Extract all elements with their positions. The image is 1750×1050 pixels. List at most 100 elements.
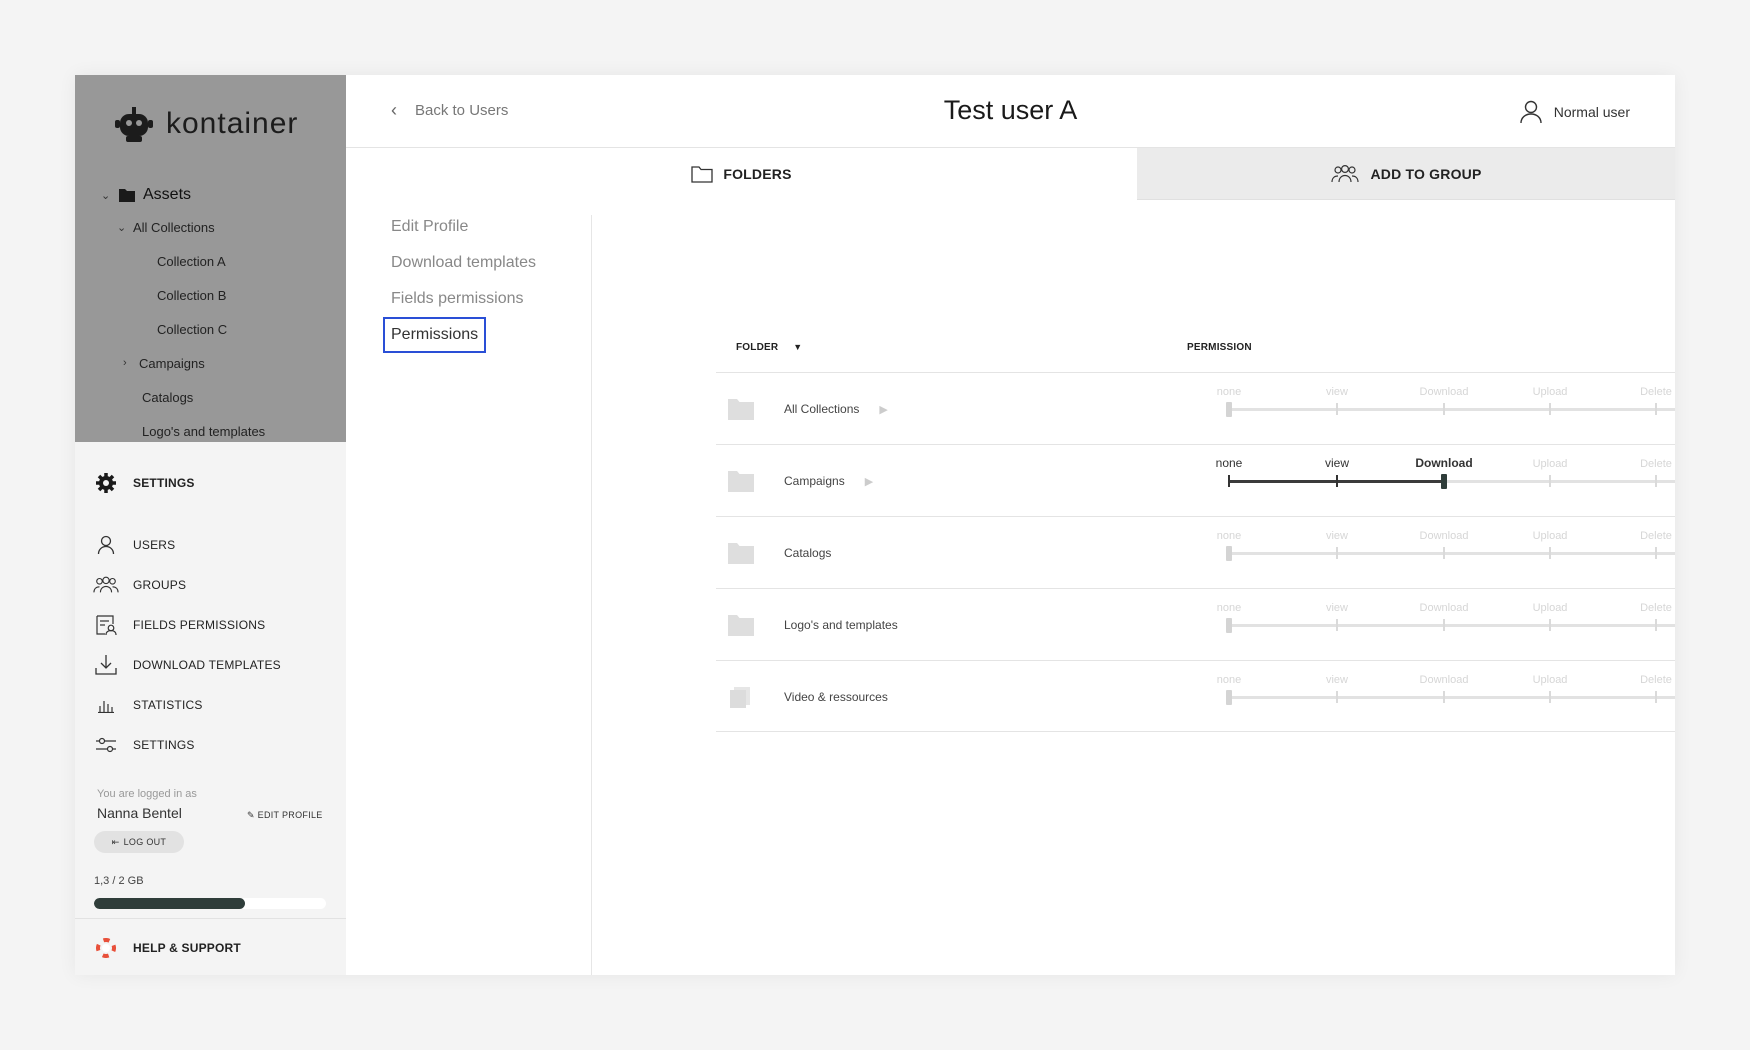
- permission-level-none[interactable]: none: [1217, 674, 1241, 686]
- folder-column-header[interactable]: FOLDER ▼: [736, 342, 802, 353]
- sidebar-divider: [75, 918, 346, 919]
- permission-slider[interactable]: none view Download Upload Delete: [1190, 661, 1675, 733]
- nav-fields-permissions[interactable]: FIELDS PERMISSIONS: [93, 614, 265, 636]
- statistics-icon: [93, 694, 119, 716]
- permission-level-download[interactable]: Download: [1415, 456, 1472, 470]
- sidebar: kontainer ⌄ Assets ⌄ All Collections Col…: [75, 75, 346, 975]
- tree-item-collection-a[interactable]: Collection A: [157, 251, 226, 271]
- nav-groups[interactable]: GROUPS: [93, 574, 186, 596]
- permission-level-upload[interactable]: Upload: [1533, 386, 1568, 398]
- folder-name-label: Campaigns: [784, 474, 845, 488]
- permission-level-delete[interactable]: Delete: [1640, 386, 1672, 398]
- slider-track[interactable]: [1229, 552, 1675, 555]
- edit-profile-link[interactable]: ✎ EDIT PROFILE: [247, 810, 323, 821]
- logout-button[interactable]: ⇤ LOG OUT: [94, 831, 184, 853]
- permission-level-none[interactable]: none: [1217, 602, 1241, 614]
- permission-level-upload[interactable]: Upload: [1533, 602, 1568, 614]
- brand-name: kontainer: [166, 107, 299, 140]
- help-support-link[interactable]: HELP & SUPPORT: [93, 937, 241, 959]
- expand-arrow-icon[interactable]: ▶: [865, 476, 873, 488]
- permission-slider[interactable]: none view Download Upload Delete: [1190, 517, 1675, 589]
- folder-name[interactable]: Campaigns ▶: [784, 474, 873, 488]
- permission-level-delete[interactable]: Delete: [1640, 674, 1672, 686]
- permission-slider[interactable]: none view Download Upload Delete: [1190, 373, 1675, 445]
- settings-section-header[interactable]: SETTINGS: [93, 472, 195, 494]
- permission-level-view[interactable]: view: [1326, 530, 1348, 542]
- folder-icon: [728, 615, 754, 636]
- user-icon: [93, 534, 119, 556]
- subnav-fields-permissions[interactable]: Fields permissions: [391, 290, 523, 308]
- tree-item-campaigns[interactable]: › Campaigns: [123, 353, 205, 373]
- folder-icon: [728, 399, 754, 420]
- tree-item-collection-c[interactable]: Collection C: [157, 319, 227, 339]
- folder-name[interactable]: All Collections ▶: [784, 402, 888, 416]
- storage-progress-bar: [94, 898, 326, 909]
- permission-level-download[interactable]: Download: [1420, 530, 1469, 542]
- folder-name-label: All Collections: [784, 402, 860, 416]
- user-type-label: Normal user: [1553, 104, 1630, 120]
- permission-level-none[interactable]: none: [1217, 530, 1241, 542]
- permission-level-upload[interactable]: Upload: [1533, 674, 1568, 686]
- slider-handle[interactable]: [1226, 546, 1232, 561]
- permission-slider[interactable]: none view Download Upload Delete: [1190, 589, 1675, 661]
- group-icon: [1331, 164, 1360, 182]
- permission-level-delete[interactable]: Delete: [1640, 530, 1672, 542]
- permission-level-view[interactable]: view: [1326, 386, 1348, 398]
- permission-level-download[interactable]: Download: [1420, 602, 1469, 614]
- permission-level-upload[interactable]: Upload: [1533, 458, 1568, 470]
- slider-track[interactable]: [1229, 480, 1675, 483]
- slider-track[interactable]: [1229, 624, 1675, 627]
- folder-name[interactable]: Logo's and templates: [784, 618, 898, 632]
- permission-level-view[interactable]: view: [1325, 456, 1349, 470]
- tree-item-all-collections[interactable]: ⌄ All Collections: [117, 217, 215, 237]
- slider-tick: [1443, 619, 1445, 631]
- slider-tick: [1443, 403, 1445, 415]
- tab-folders[interactable]: FOLDERS: [346, 148, 1137, 200]
- folder-name[interactable]: Video & ressources: [784, 690, 888, 704]
- stacked-pages-icon: [730, 687, 750, 708]
- nav-label: STATISTICS: [133, 698, 203, 712]
- permission-level-none[interactable]: none: [1216, 456, 1243, 470]
- table-row: Campaigns ▶ none view Download Upload Delete: [716, 444, 1675, 516]
- slider-tick: [1336, 619, 1338, 631]
- permission-level-view[interactable]: view: [1326, 674, 1348, 686]
- lifebuoy-icon: [93, 937, 119, 959]
- back-to-users-link[interactable]: ‹ Back to Users: [391, 100, 508, 121]
- nav-download-templates[interactable]: DOWNLOAD TEMPLATES: [93, 654, 281, 676]
- tree-item-collection-b[interactable]: Collection B: [157, 285, 226, 305]
- permission-level-download[interactable]: Download: [1420, 386, 1469, 398]
- nav-users[interactable]: USERS: [93, 534, 175, 556]
- slider-handle[interactable]: [1441, 474, 1447, 489]
- app-window: kontainer ⌄ Assets ⌄ All Collections Col…: [75, 75, 1675, 975]
- tree-item-catalogs[interactable]: Catalogs: [142, 387, 193, 407]
- asset-tree-panel[interactable]: kontainer ⌄ Assets ⌄ All Collections Col…: [75, 75, 346, 442]
- tree-item-assets[interactable]: ⌄ Assets: [101, 185, 191, 205]
- subnav-permissions[interactable]: Permissions: [382, 317, 487, 353]
- folder-name[interactable]: Catalogs: [784, 546, 831, 560]
- nav-statistics[interactable]: STATISTICS: [93, 694, 203, 716]
- slider-track[interactable]: [1229, 696, 1675, 699]
- subnav-download-templates[interactable]: Download templates: [391, 254, 536, 272]
- robot-logo-icon: [115, 107, 153, 142]
- slider-handle[interactable]: [1226, 690, 1232, 705]
- permission-level-view[interactable]: view: [1326, 602, 1348, 614]
- permission-level-upload[interactable]: Upload: [1533, 530, 1568, 542]
- slider-handle[interactable]: [1226, 618, 1232, 633]
- nav-settings[interactable]: SETTINGS: [93, 734, 195, 756]
- permission-level-delete[interactable]: Delete: [1640, 602, 1672, 614]
- slider-track[interactable]: [1229, 408, 1675, 411]
- permission-level-delete[interactable]: Delete: [1640, 458, 1672, 470]
- expand-arrow-icon[interactable]: ▶: [879, 404, 887, 416]
- chevron-right-icon: ›: [123, 357, 127, 369]
- slider-tick: [1443, 691, 1445, 703]
- slider-handle[interactable]: [1226, 402, 1232, 417]
- kontainer-logo[interactable]: kontainer: [112, 101, 298, 147]
- subnav-edit-profile[interactable]: Edit Profile: [391, 218, 468, 236]
- tree-item-logos[interactable]: Logo's and templates: [142, 421, 265, 441]
- slider-tick: [1336, 403, 1338, 415]
- permission-level-none[interactable]: none: [1217, 386, 1241, 398]
- permission-level-download[interactable]: Download: [1420, 674, 1469, 686]
- tab-add-to-group[interactable]: ADD TO GROUP: [1137, 148, 1675, 200]
- tree-item-label: Campaigns: [139, 355, 205, 371]
- permission-slider[interactable]: none view Download Upload Delete: [1190, 445, 1675, 517]
